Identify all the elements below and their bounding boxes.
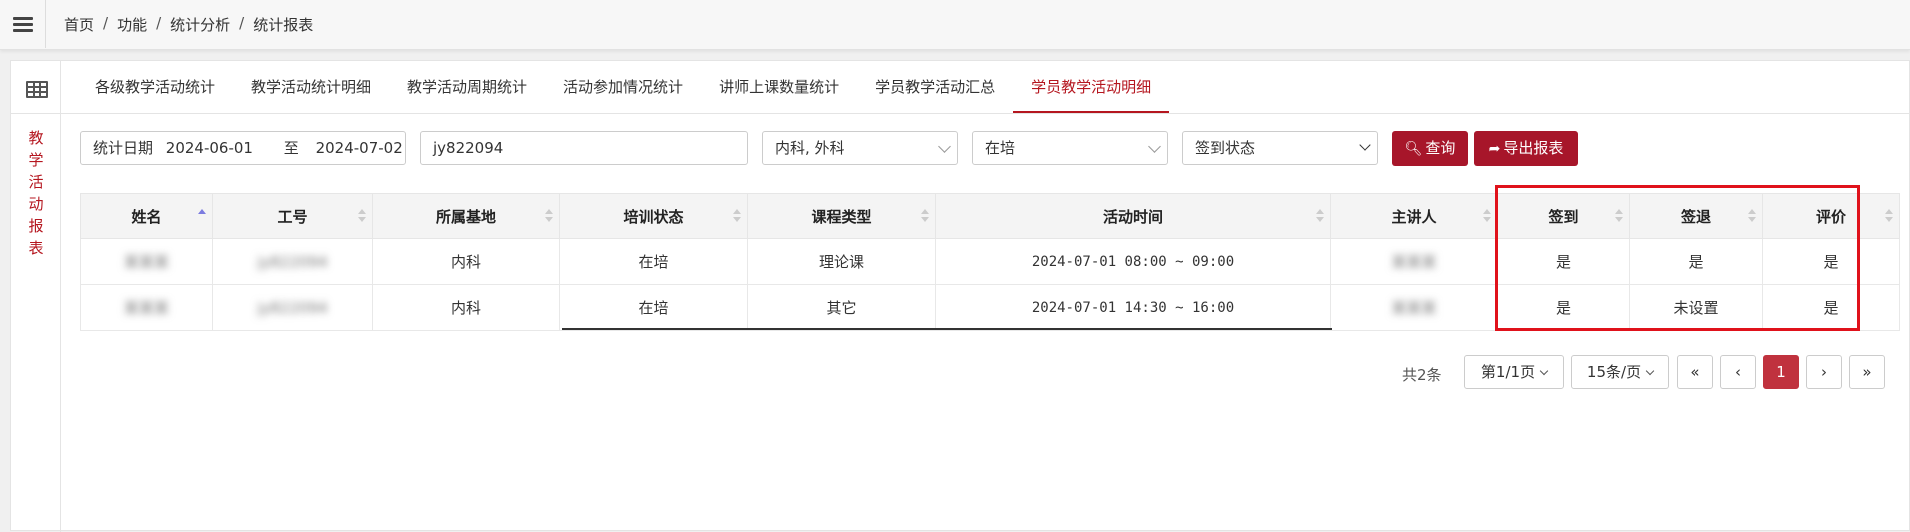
date-range-field[interactable]: 统计日期 2024-06-01 至 2024-07-02 bbox=[80, 131, 406, 165]
chevron-down-icon bbox=[938, 140, 951, 153]
breadcrumb-report: 统计报表 bbox=[253, 16, 314, 34]
cell-id: jy822094 bbox=[257, 298, 328, 317]
top-bar: 首页 / 功能 / 统计分析 / 统计报表 bbox=[0, 0, 1910, 50]
page-select[interactable]: 第1/1页 bbox=[1464, 355, 1564, 389]
cell-sign-in: 是 bbox=[1497, 284, 1630, 331]
student-code-input[interactable]: jy822094 bbox=[420, 131, 748, 165]
first-page-button[interactable]: « bbox=[1677, 355, 1713, 389]
col-sign-out[interactable]: 签退 bbox=[1629, 193, 1763, 239]
last-page-button[interactable]: » bbox=[1849, 355, 1885, 389]
current-page-button[interactable]: 1 bbox=[1763, 355, 1799, 389]
chevron-down-icon bbox=[1645, 366, 1655, 376]
breadcrumb-home[interactable]: 首页 bbox=[64, 14, 94, 35]
sort-icon[interactable] bbox=[1615, 209, 1623, 223]
tab-activity-period-stats[interactable]: 教学活动周期统计 bbox=[389, 61, 545, 114]
cell-eval: 是 bbox=[1762, 284, 1900, 331]
date-to[interactable]: 2024-07-02 bbox=[316, 139, 403, 157]
breadcrumb-statistics[interactable]: 统计分析 bbox=[170, 14, 230, 35]
col-id[interactable]: 工号 bbox=[212, 193, 373, 239]
table-header-row: 姓名 工号 所属基地 培训状态 课程类型 活动时间 主讲人 签到 签退 评价 bbox=[80, 193, 1900, 239]
cell-time: 2024-07-01 14:30 ~ 16:00 bbox=[935, 284, 1331, 331]
cell-speaker: 某某某 bbox=[1391, 253, 1437, 271]
table-row: 某某某 jy822094 内科 在培 理论课 2024-07-01 08:00 … bbox=[80, 238, 1900, 285]
cell-name: 某某某 bbox=[123, 253, 169, 271]
detail-table: 姓名 工号 所属基地 培训状态 课程类型 活动时间 主讲人 签到 签退 评价 某… bbox=[80, 193, 1900, 331]
cell-sign-out: 是 bbox=[1629, 238, 1763, 285]
cell-time: 2024-07-01 08:00 ~ 09:00 bbox=[935, 238, 1331, 285]
cell-name: 某某某 bbox=[123, 299, 169, 317]
tab-lecturer-class-count[interactable]: 讲师上课数量统计 bbox=[701, 61, 857, 114]
cell-status: 在培 bbox=[559, 284, 748, 331]
row-divider bbox=[562, 328, 1332, 330]
hamburger-icon bbox=[12, 14, 33, 35]
report-tabs: 各级教学活动统计 教学活动统计明细 教学活动周期统计 活动参加情况统计 讲师上课… bbox=[77, 61, 1170, 114]
sort-icon[interactable] bbox=[1748, 209, 1756, 223]
chevron-down-icon bbox=[1359, 139, 1371, 151]
tab-level-activity-stats[interactable]: 各级教学活动统计 bbox=[77, 61, 233, 114]
sort-icon[interactable] bbox=[1316, 209, 1324, 223]
col-speaker[interactable]: 主讲人 bbox=[1330, 193, 1498, 239]
col-base[interactable]: 所属基地 bbox=[372, 193, 560, 239]
sort-icon[interactable] bbox=[921, 209, 929, 223]
sort-icon[interactable] bbox=[733, 209, 741, 223]
prev-page-button[interactable]: ‹ bbox=[1720, 355, 1756, 389]
cell-type: 其它 bbox=[747, 284, 936, 331]
tab-participation-stats[interactable]: 活动参加情况统计 bbox=[545, 61, 701, 114]
train-status-select[interactable]: 在培 bbox=[972, 131, 1168, 165]
query-button[interactable]: 🔍︎ 查询 bbox=[1392, 131, 1468, 166]
cell-base: 内科 bbox=[372, 284, 560, 331]
page-size-select[interactable]: 15条/页 bbox=[1571, 355, 1669, 389]
dept-select[interactable]: 内科, 外科 bbox=[762, 131, 958, 165]
col-activity-time[interactable]: 活动时间 bbox=[935, 193, 1331, 239]
sort-icon[interactable] bbox=[545, 209, 553, 223]
col-evaluation[interactable]: 评价 bbox=[1762, 193, 1900, 239]
cell-eval: 是 bbox=[1762, 238, 1900, 285]
table-row: 某某某 jy822094 内科 在培 其它 2024-07-01 14:30 ~… bbox=[80, 284, 1900, 331]
export-report-button[interactable]: ➦ 导出报表 bbox=[1474, 131, 1578, 166]
cell-type: 理论课 bbox=[747, 238, 936, 285]
search-icon: 🔍︎ bbox=[1404, 141, 1423, 157]
breadcrumb: 首页 / 功能 / 统计分析 / 统计报表 bbox=[64, 14, 314, 35]
col-sign-in[interactable]: 签到 bbox=[1497, 193, 1630, 239]
cell-speaker: 某某某 bbox=[1391, 299, 1437, 317]
rail-title: 教 学 活 动 报 表 bbox=[28, 129, 44, 257]
col-train-status[interactable]: 培训状态 bbox=[559, 193, 748, 239]
menu-toggle-button[interactable] bbox=[0, 0, 46, 48]
pagination-total: 共2条 bbox=[1402, 366, 1442, 384]
cell-sign-in: 是 bbox=[1497, 238, 1630, 285]
breadcrumb-function[interactable]: 功能 bbox=[117, 14, 147, 35]
left-rail: 教 学 活 动 报 表 bbox=[11, 61, 61, 532]
sort-asc-icon[interactable] bbox=[198, 209, 206, 223]
cell-sign-out: 未设置 bbox=[1629, 284, 1763, 331]
col-course-type[interactable]: 课程类型 bbox=[747, 193, 936, 239]
sort-icon[interactable] bbox=[1483, 209, 1491, 223]
cell-id: jy822094 bbox=[257, 252, 328, 271]
sign-status-select[interactable]: 签到状态 bbox=[1182, 131, 1378, 165]
chevron-down-icon bbox=[1148, 140, 1161, 153]
cell-status: 在培 bbox=[559, 238, 748, 285]
table-icon[interactable] bbox=[26, 81, 48, 98]
next-page-button[interactable]: › bbox=[1806, 355, 1842, 389]
chevron-down-icon bbox=[1539, 366, 1549, 376]
sort-icon[interactable] bbox=[1885, 209, 1893, 223]
tab-activity-stats-detail[interactable]: 教学活动统计明细 bbox=[233, 61, 389, 114]
share-icon: ➦ bbox=[1488, 141, 1501, 157]
tab-student-activity-summary[interactable]: 学员教学活动汇总 bbox=[857, 61, 1013, 114]
cell-base: 内科 bbox=[372, 238, 560, 285]
sort-icon[interactable] bbox=[358, 209, 366, 223]
date-from[interactable]: 2024-06-01 bbox=[166, 139, 253, 157]
tab-student-activity-detail[interactable]: 学员教学活动明细 bbox=[1013, 61, 1170, 114]
col-name[interactable]: 姓名 bbox=[80, 193, 213, 239]
